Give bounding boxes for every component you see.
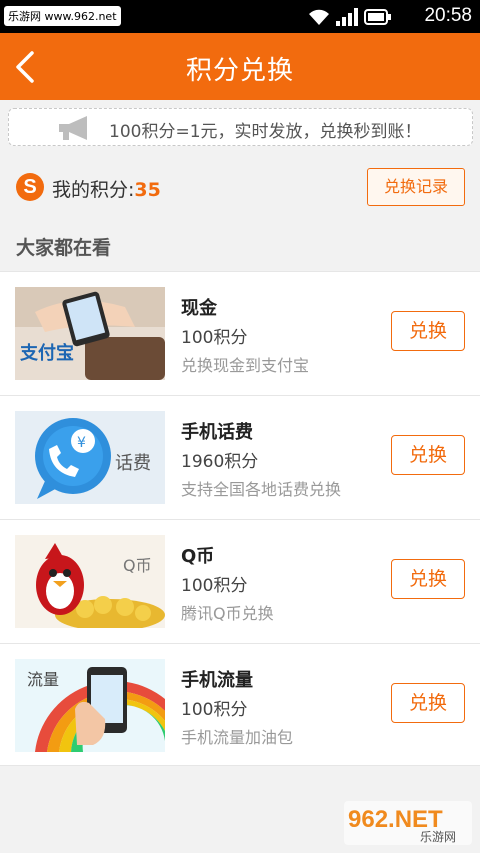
item-cost: 100积分 [181,576,248,596]
item-cost: 1960积分 [181,452,259,472]
status-icons [308,7,392,27]
item-name: 手机流量 [181,670,253,691]
wifi-icon [309,9,329,25]
item-desc: 手机流量加油包 [181,728,294,747]
data-thumbnail: 流量 [15,659,165,752]
item-name: 现金 [181,298,217,319]
notice-text: 100积分=1元，实时发放，兑换秒到账！ [109,122,422,142]
item-desc: 腾讯Q币兑换 [181,604,274,623]
app-header: 积分兑换 [0,33,480,100]
battery-icon [364,9,391,25]
phone-credit-thumbnail: ¥ 话费 [15,411,165,504]
points-label: 我的积分:35 [52,175,161,202]
page-title: 积分兑换 [185,56,294,86]
section-title: 大家都在看 [16,237,112,259]
exchange-list: 支付宝 现金 100积分 兑换现金到支付宝 兑换 ¥ 话费 手机话费 1960积… [0,271,480,766]
points-coin-icon: S [16,173,44,201]
status-bar: 乐游网 www.962.net 20:58 [0,0,480,33]
qcoin-thumbnail: Q币 [15,535,165,628]
clock: 20:58 [424,5,472,26]
exchange-button[interactable]: 兑换 [391,435,465,475]
item-cost: 100积分 [181,700,248,720]
points-label-text: 我的积分: [52,179,135,201]
svg-text:¥: ¥ [77,435,86,451]
watermark-sub-text: 乐游网 [420,830,456,844]
points-row: S 我的积分:35 兑换记录 [0,160,480,215]
exchange-button[interactable]: 兑换 [391,683,465,723]
item-name: 手机话费 [181,422,253,443]
exchange-button[interactable]: 兑换 [391,311,465,351]
item-cost: 100积分 [181,328,248,348]
points-value: 35 [134,179,161,201]
item-desc: 支持全国各地话费兑换 [181,480,342,499]
qcoin-thumb-text: Q币 [123,556,152,575]
notice-banner: 100积分=1元，实时发放，兑换秒到账！ [8,108,473,146]
item-desc: 兑换现金到支付宝 [181,356,310,375]
data-thumb-text: 流量 [27,670,59,689]
exchange-button[interactable]: 兑换 [391,559,465,599]
signal-icon [336,8,358,26]
watermark-label: 乐游网 www.962.net [4,6,121,26]
phone-credit-thumb-text: 话费 [115,453,151,474]
cash-thumb-text: 支付宝 [19,342,74,364]
watermark-main-text: 962.NET [348,806,443,833]
list-item-qcoin[interactable]: Q币 Q币 100积分 腾讯Q币兑换 兑换 [0,520,480,644]
list-item-cash[interactable]: 支付宝 现金 100积分 兑换现金到支付宝 兑换 [0,272,480,396]
watermark-logo: 962.NET 乐游网 [344,801,472,845]
cash-thumbnail: 支付宝 [15,287,165,380]
exchange-record-button[interactable]: 兑换记录 [367,168,465,206]
megaphone-icon [59,116,87,140]
item-name: Q币 [181,546,215,567]
list-item-phone-credit[interactable]: ¥ 话费 手机话费 1960积分 支持全国各地话费兑换 兑换 [0,396,480,520]
list-item-data[interactable]: 流量 手机流量 100积分 手机流量加油包 兑换 [0,644,480,768]
